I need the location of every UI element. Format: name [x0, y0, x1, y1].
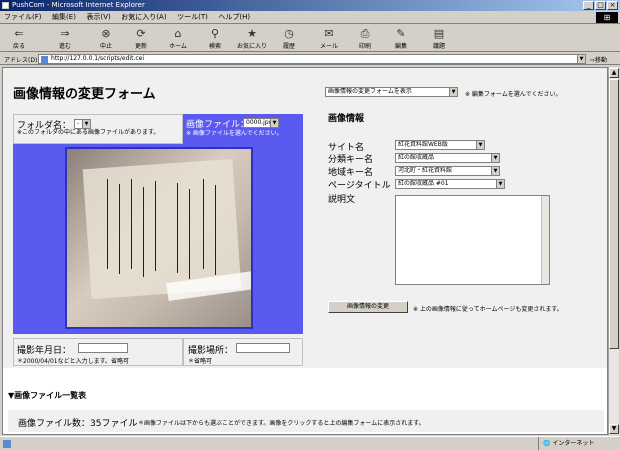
- search-icon: ⚲: [210, 27, 220, 40]
- mail-button[interactable]: ✉ メール: [314, 27, 344, 50]
- file-count-note: ＊画像ファイルは下からも選ぶことができます。画像をクリックすると上の編集フォーム…: [138, 420, 425, 427]
- file-note: ※ 画像ファイルを選んでください。: [186, 130, 283, 137]
- handwriting-strokes: [107, 179, 108, 269]
- favorites-icon: ★: [247, 27, 257, 40]
- update-note: ※ 上の画像情報に従ってホームページも変更されます。: [413, 306, 563, 313]
- folder-box: フォルダ名： - ▼ ※このフォルダの中にある画像ファイルがあります。: [13, 114, 183, 144]
- menu-tools[interactable]: ツール(T): [173, 11, 212, 24]
- back-button[interactable]: ⇐ 戻る: [4, 27, 34, 50]
- field-label-region: 地域キー名: [328, 168, 374, 178]
- edit-button[interactable]: ✎ 編集: [386, 27, 416, 50]
- menu-bar: ファイル(F) 編集(E) 表示(V) お気に入り(A) ツール(T) ヘルプ(…: [0, 11, 620, 24]
- field-label-page-title: ページタイトル: [328, 181, 391, 191]
- date-input[interactable]: [78, 343, 128, 353]
- discuss-button[interactable]: ▤ 議題: [424, 27, 454, 50]
- folder-note: ※このフォルダの中にある画像ファイルがあります。: [17, 129, 160, 136]
- file-label: 画像ファイル：: [186, 120, 250, 130]
- menu-help[interactable]: ヘルプ(H): [214, 11, 254, 24]
- textarea-scrollbar[interactable]: [541, 196, 549, 284]
- minimize-button[interactable]: _: [583, 1, 594, 10]
- list-heading: ▼画像ファイル一覧表: [8, 391, 87, 400]
- file-select[interactable]: 0000.jpg ▼: [243, 118, 279, 128]
- document-photo[interactable]: [65, 147, 253, 329]
- chevron-down-icon: ▼: [491, 154, 499, 162]
- history-icon: ◷: [284, 27, 294, 40]
- menu-edit[interactable]: 編集(E): [48, 11, 80, 24]
- forward-button[interactable]: ⇒ 進む: [50, 27, 80, 50]
- scroll-thumb[interactable]: [609, 79, 619, 349]
- file-box: 画像ファイル： 0000.jpg ▼ ※ 画像ファイルを選んでください。: [183, 114, 303, 144]
- date-box: 撮影年月日： ＊2000/04/01などと入力します。省略可: [13, 338, 183, 366]
- page-icon: [41, 56, 48, 63]
- forward-arrow-icon: ⇒: [60, 27, 70, 40]
- file-count-bar: 画像ファイル数：35ファイル ＊画像ファイルは下からも選ぶことができます。画像を…: [8, 410, 604, 432]
- place-box: 撮影場所： ＊省略可: [183, 338, 303, 366]
- page-title-select[interactable]: 紅の館収蔵品 #01 ▼: [395, 179, 505, 189]
- stop-button[interactable]: ⊗ 中止: [91, 27, 121, 50]
- back-arrow-icon: ⇐: [14, 27, 24, 40]
- description-textarea[interactable]: [395, 195, 550, 285]
- page-content: 画像情報の変更フォーム 画像情報の変更フォームを表示 ▼ ※ 編集フォームを選んで…: [2, 67, 608, 435]
- status-bar: 🌐 インターネット: [0, 436, 620, 450]
- toolbar: ⇐ 戻る ⇒ 進む ⊗ 中止 ⟳ 更新 ⌂ ホーム ⚲ 検索 ★ お気に入り ◷ 履歴 ✉ メール…: [0, 25, 620, 52]
- window-titlebar: PushCom - Microsoft Internet Explorer: [0, 0, 620, 11]
- mail-icon: ✉: [324, 27, 334, 40]
- window-title: PushCom - Microsoft Internet Explorer: [12, 1, 145, 9]
- page-status-icon: [3, 440, 11, 448]
- chevron-down-icon: ▼: [270, 119, 278, 127]
- go-button[interactable]: ⇨移動: [590, 55, 607, 64]
- refresh-button[interactable]: ⟳ 更新: [126, 27, 156, 50]
- discuss-icon: ▤: [433, 27, 445, 40]
- date-note: ＊2000/04/01などと入力します。省略可: [17, 358, 129, 365]
- scroll-up-icon[interactable]: ▲: [609, 68, 619, 78]
- search-button[interactable]: ⚲ 検索: [200, 27, 230, 50]
- region-select[interactable]: 河北町・紅花資料館 ▼: [395, 166, 500, 176]
- form-select[interactable]: 画像情報の変更フォームを表示 ▼: [325, 87, 458, 97]
- refresh-icon: ⟳: [136, 27, 146, 40]
- address-label: アドレス(D): [4, 57, 38, 64]
- menu-favorites[interactable]: お気に入り(A): [117, 11, 170, 24]
- form-select-note: ※ 編集フォームを選んでください。: [465, 91, 562, 98]
- menu-file[interactable]: ファイル(F): [0, 11, 46, 24]
- zone-indicator: 🌐 インターネット: [538, 437, 618, 450]
- home-icon: ⌂: [174, 27, 182, 40]
- description-label: 説明文: [328, 195, 356, 205]
- ie-app-icon: [2, 2, 9, 9]
- site-select[interactable]: 紅花資料館WEB版 ▼: [395, 140, 485, 150]
- update-button[interactable]: 画像情報の変更: [328, 301, 408, 313]
- date-label: 撮影年月日：: [17, 346, 72, 356]
- field-label-category: 分類キー名: [328, 155, 374, 165]
- chevron-down-icon: ▼: [82, 120, 90, 128]
- place-label: 撮影場所：: [188, 346, 234, 356]
- home-button[interactable]: ⌂ ホーム: [163, 27, 193, 50]
- chevron-down-icon: ▼: [449, 88, 457, 96]
- chevron-down-icon: ▼: [491, 167, 499, 175]
- windows-logo-icon: ⊞: [596, 12, 618, 23]
- menu-view[interactable]: 表示(V): [82, 11, 114, 24]
- print-button[interactable]: ⎙ 印刷: [350, 27, 380, 50]
- globe-icon: 🌐: [543, 440, 551, 447]
- category-select[interactable]: 紅の館収蔵品 ▼: [395, 153, 500, 163]
- file-count: 画像ファイル数：35ファイル: [18, 419, 138, 429]
- page-title: 画像情報の変更フォーム: [13, 87, 156, 102]
- favorites-button[interactable]: ★ お気に入り: [237, 27, 267, 50]
- info-heading: 画像情報: [328, 114, 365, 124]
- history-button[interactable]: ◷ 履歴: [274, 27, 304, 50]
- scroll-down-icon[interactable]: ▼: [609, 424, 619, 434]
- chevron-down-icon: ▼: [476, 141, 484, 149]
- chevron-down-icon: ▼: [496, 180, 504, 188]
- print-icon: ⎙: [360, 27, 370, 40]
- edit-icon: ✎: [396, 27, 406, 40]
- place-note: ＊省略可: [188, 358, 213, 365]
- stop-icon: ⊗: [101, 27, 111, 40]
- place-input[interactable]: [236, 343, 290, 353]
- address-dropdown-icon[interactable]: ▼: [577, 55, 585, 63]
- close-button[interactable]: ×: [607, 1, 618, 10]
- address-input[interactable]: http://127.0.0.1/scripts/edit.cei ▼: [38, 54, 586, 64]
- maximize-button[interactable]: □: [595, 1, 606, 10]
